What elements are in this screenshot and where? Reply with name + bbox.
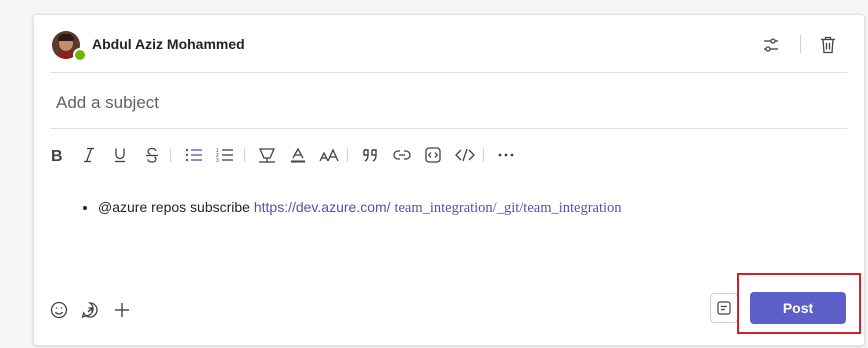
author-name: Abdul Aziz Mohammed [92,36,245,52]
toolbar-divider [483,148,484,162]
emoji-icon[interactable] [46,297,72,323]
code-snippet-icon[interactable] [420,142,446,168]
header-separator [50,72,847,73]
bullet-list: @azure repos subscribe https://dev.azure… [78,198,622,217]
add-attachment-icon[interactable] [109,297,135,323]
code-icon[interactable] [452,142,478,168]
subject-input[interactable] [56,90,836,116]
repo-link-path[interactable]: team_integration/_git/team_integration [394,200,621,216]
message-body[interactable]: @azure repos subscribe https://dev.azure… [78,198,622,217]
post-button-highlight [737,273,861,334]
quote-icon[interactable] [357,142,383,168]
options-sliders-icon[interactable] [758,32,784,58]
svg-text:3: 3 [216,158,219,163]
presence-available-icon [73,48,87,62]
format-toggle-icon[interactable] [710,293,738,323]
svg-text:B: B [51,148,63,163]
toolbar-divider [244,148,245,162]
repo-link[interactable]: https://dev.azure.com/ [254,199,391,215]
highlight-icon[interactable] [254,142,280,168]
subject-separator [50,128,847,129]
font-color-icon[interactable] [285,142,311,168]
font-size-icon[interactable] [316,142,342,168]
toolbar-divider [347,148,348,162]
loop-component-icon[interactable] [77,297,103,323]
toolbar-divider [170,148,171,162]
mention-text: @azure repos subscribe [98,199,250,215]
list-item: @azure repos subscribe https://dev.azure… [98,198,622,217]
delete-icon[interactable] [815,32,841,58]
italic-icon[interactable] [76,142,102,168]
bold-icon[interactable]: B [44,142,70,168]
bullet-list-icon[interactable] [181,142,207,168]
more-options-icon[interactable] [493,142,519,168]
compose-header: Abdul Aziz Mohammed [34,15,864,73]
header-divider [800,35,801,53]
link-icon[interactable] [389,142,415,168]
numbered-list-icon[interactable]: 123 [212,142,238,168]
strikethrough-icon[interactable] [139,142,165,168]
underline-icon[interactable] [107,142,133,168]
